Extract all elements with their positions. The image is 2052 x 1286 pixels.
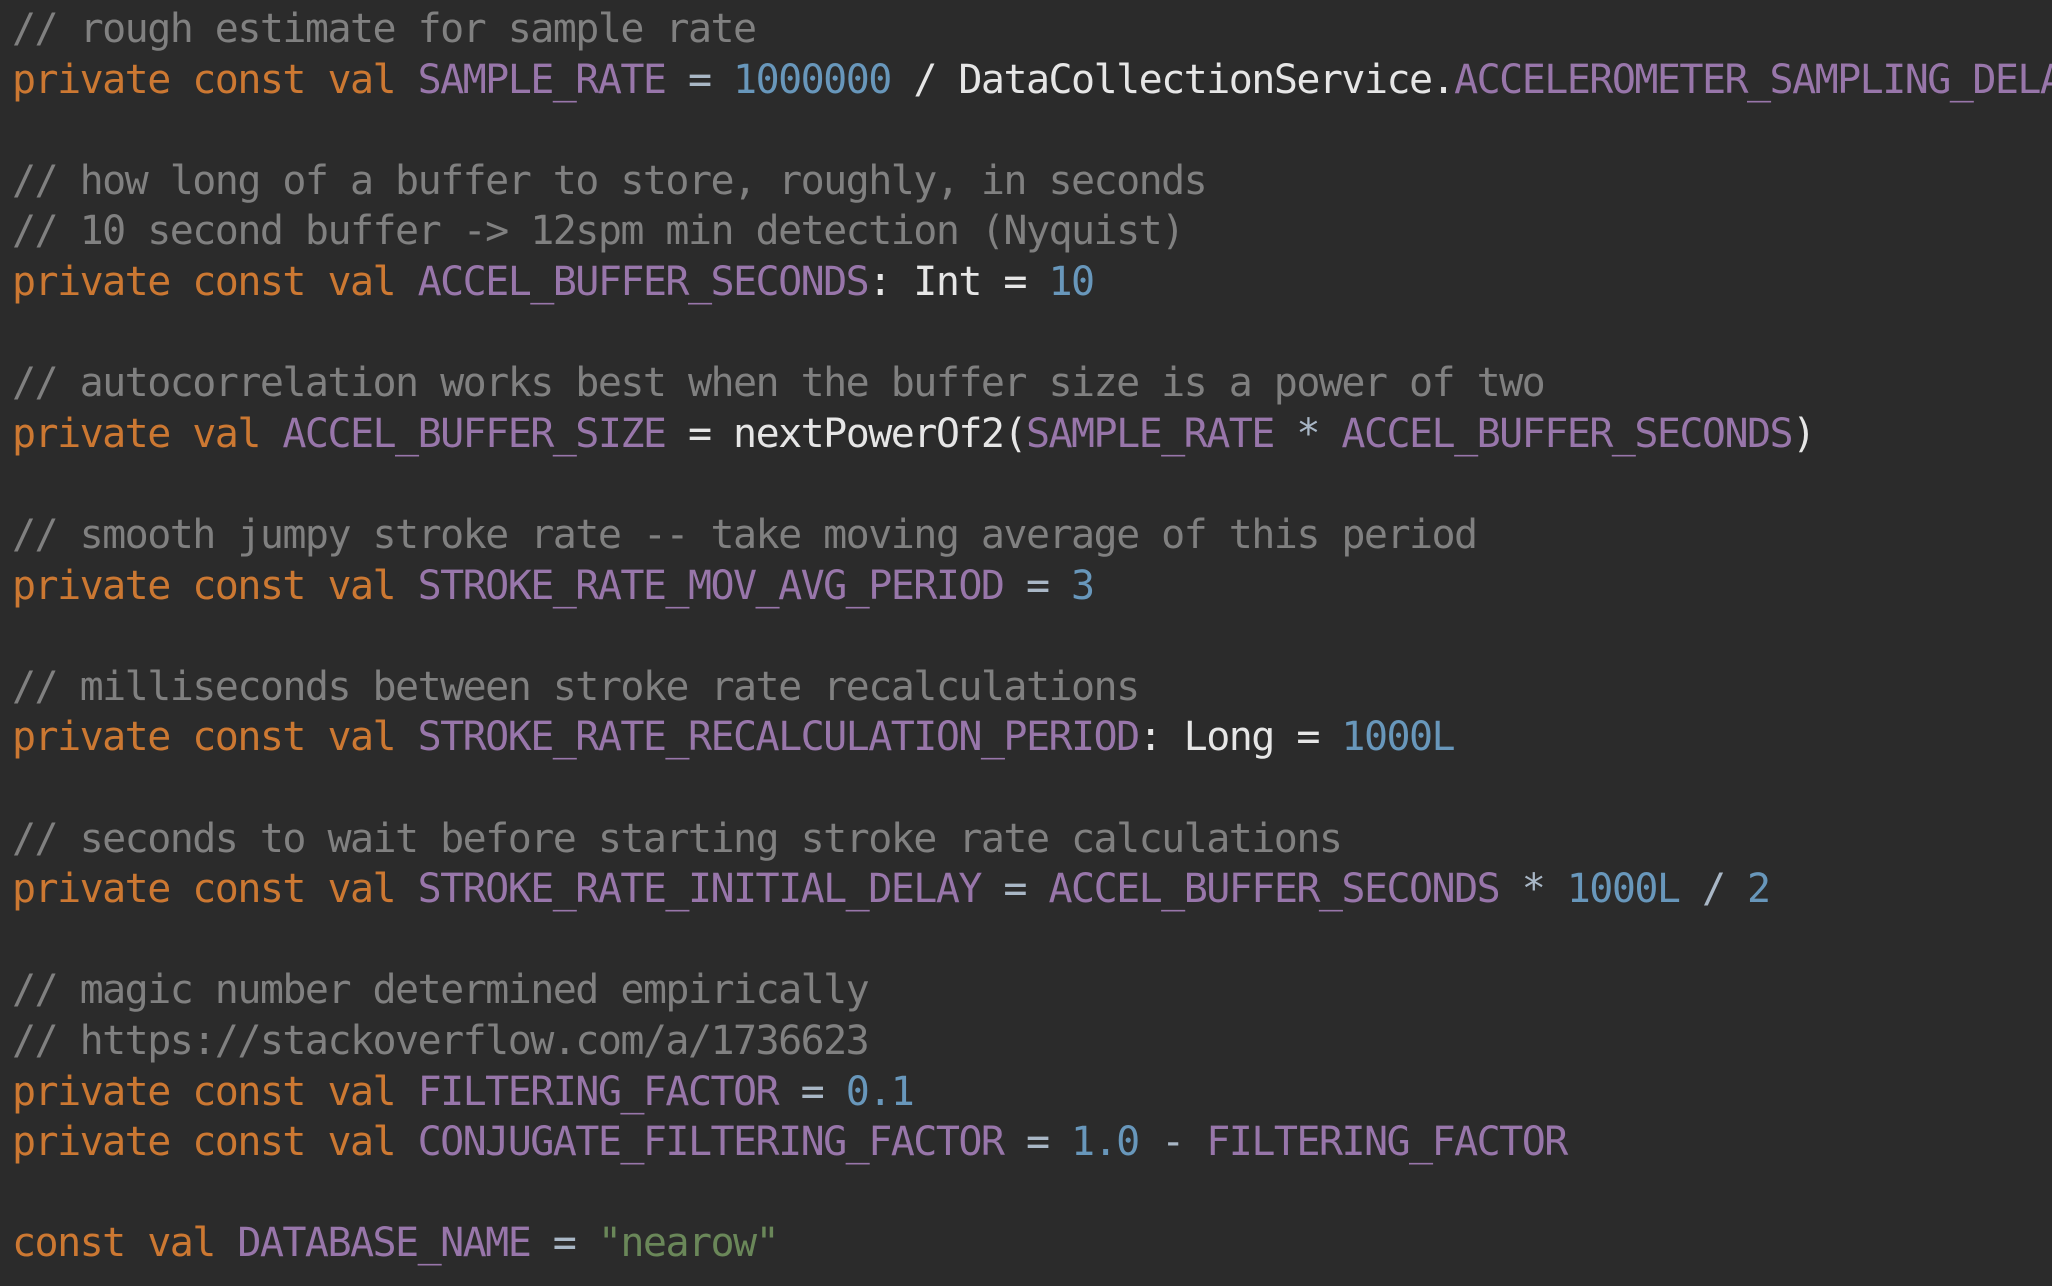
comment-text: // https://stackoverflow.com/a/1736623 (12, 1018, 870, 1064)
comment-text: // 10 second buffer -> 12spm min detecti… (12, 208, 1185, 255)
number-literal: 1.0 (1071, 1119, 1140, 1166)
operator-token: = (980, 866, 1049, 913)
identifier-token: : Long = (1138, 714, 1342, 761)
operator-token: = (530, 1220, 598, 1267)
operator-token: - (1138, 1119, 1207, 1166)
code-line[interactable]: // seconds to wait before starting strok… (12, 814, 1343, 864)
constant-token: FILTERING_FACTOR (417, 1068, 780, 1115)
code-line[interactable]: const val DATABASE_NAME = "nearow" (12, 1218, 780, 1268)
comment-text: // milliseconds between stroke rate reca… (12, 663, 1140, 710)
constant-token: ACCEL_BUFFER_SECONDS (417, 259, 870, 305)
number-literal: 1000000 (733, 56, 892, 103)
constant-token: ACCEL_BUFFER_SECONDS (1341, 410, 1793, 457)
operator-token: = (665, 56, 734, 103)
identifier-token: ) (1792, 410, 1816, 457)
keyword-token: private const val (12, 714, 418, 761)
code-line[interactable]: // magic number determined empirically (12, 965, 870, 1015)
code-line[interactable]: private const val STROKE_RATE_MOV_AVG_PE… (12, 561, 1095, 611)
operator-token: / (1679, 866, 1748, 913)
constant-token: ACCEL_BUFFER_SIZE (282, 410, 667, 457)
string-literal: "nearow" (597, 1220, 780, 1267)
code-line[interactable]: private const val ACCEL_BUFFER_SECONDS: … (12, 257, 1096, 307)
code-line[interactable]: // 10 second buffer -> 12spm min detecti… (12, 206, 1185, 256)
number-literal: 3 (1071, 562, 1095, 609)
code-line[interactable]: private const val FILTERING_FACTOR = 0.1 (12, 1067, 915, 1117)
comment-text: // autocorrelation works best when the b… (12, 360, 1546, 407)
code-line[interactable]: // https://stackoverflow.com/a/1736623 (12, 1016, 870, 1066)
identifier-token: = nextPowerOf2( (665, 410, 1028, 457)
constant-token: FILTERING_FACTOR (1206, 1119, 1568, 1166)
keyword-token: private const val (12, 259, 418, 305)
constant-token: STROKE_RATE_RECALCULATION_PERIOD (417, 714, 1141, 761)
number-literal: 1000L (1341, 714, 1455, 761)
code-line[interactable]: private const val SAMPLE_RATE = 1000000 … (12, 55, 2052, 105)
operator-token: * (1499, 866, 1567, 913)
operator-token: = (1003, 562, 1072, 609)
keyword-token: private const val (12, 1119, 418, 1166)
constant-token: STROKE_RATE_MOV_AVG_PERIOD (417, 562, 1005, 609)
operator-token: = (778, 1068, 846, 1115)
keyword-token: private const val (12, 866, 418, 913)
identifier-token: : Int = (868, 259, 1049, 305)
comment-text: // rough estimate for sample rate (12, 6, 757, 52)
constant-token: ACCELEROMETER_SAMPLING_DELAY (1454, 56, 2052, 103)
code-line[interactable]: private const val STROKE_RATE_RECALCULAT… (12, 712, 1456, 762)
code-line[interactable]: // rough estimate for sample rate (12, 4, 757, 54)
keyword-token: private const val (12, 56, 418, 103)
number-literal: 10 (1048, 259, 1096, 305)
keyword-token: private val (12, 410, 283, 457)
comment-text: // how long of a buffer to store, roughl… (12, 157, 1208, 204)
constant-token: DATABASE_NAME (237, 1220, 531, 1267)
code-line[interactable]: // smooth jumpy stroke rate -- take movi… (12, 510, 1478, 560)
comment-text: // magic number determined empirically (12, 967, 870, 1014)
code-line[interactable]: // autocorrelation works best when the b… (12, 358, 1546, 408)
keyword-token: private const val (12, 1068, 418, 1115)
comment-text: // seconds to wait before starting strok… (12, 815, 1343, 862)
code-line[interactable]: private const val CONJUGATE_FILTERING_FA… (12, 1117, 1568, 1167)
constant-token: SAMPLE_RATE (417, 56, 667, 103)
code-line[interactable]: // how long of a buffer to store, roughl… (12, 156, 1208, 206)
constant-token: SAMPLE_RATE (1025, 410, 1275, 457)
comment-text: // smooth jumpy stroke rate -- take movi… (12, 512, 1478, 558)
operator-token: = (1003, 1119, 1072, 1166)
constant-token: CONJUGATE_FILTERING_FACTOR (417, 1119, 1005, 1166)
code-line[interactable]: private val ACCEL_BUFFER_SIZE = nextPowe… (12, 409, 1816, 459)
keyword-token: const val (12, 1220, 238, 1267)
keyword-token: private const val (12, 562, 418, 609)
code-line[interactable]: // milliseconds between stroke rate reca… (12, 662, 1140, 712)
code-line[interactable]: private const val STROKE_RATE_INITIAL_DE… (12, 864, 1771, 914)
constant-token: STROKE_RATE_INITIAL_DELAY (417, 866, 983, 913)
code-editor[interactable]: // rough estimate for sample rate private… (0, 0, 2052, 1286)
number-literal: 1000L (1566, 866, 1681, 913)
number-literal: 2 (1747, 866, 1771, 913)
number-literal: 0.1 (845, 1068, 915, 1115)
constant-token: ACCEL_BUFFER_SECONDS (1048, 866, 1501, 913)
operator-token: * (1273, 410, 1342, 457)
identifier-token: / DataCollectionService. (890, 56, 1455, 103)
